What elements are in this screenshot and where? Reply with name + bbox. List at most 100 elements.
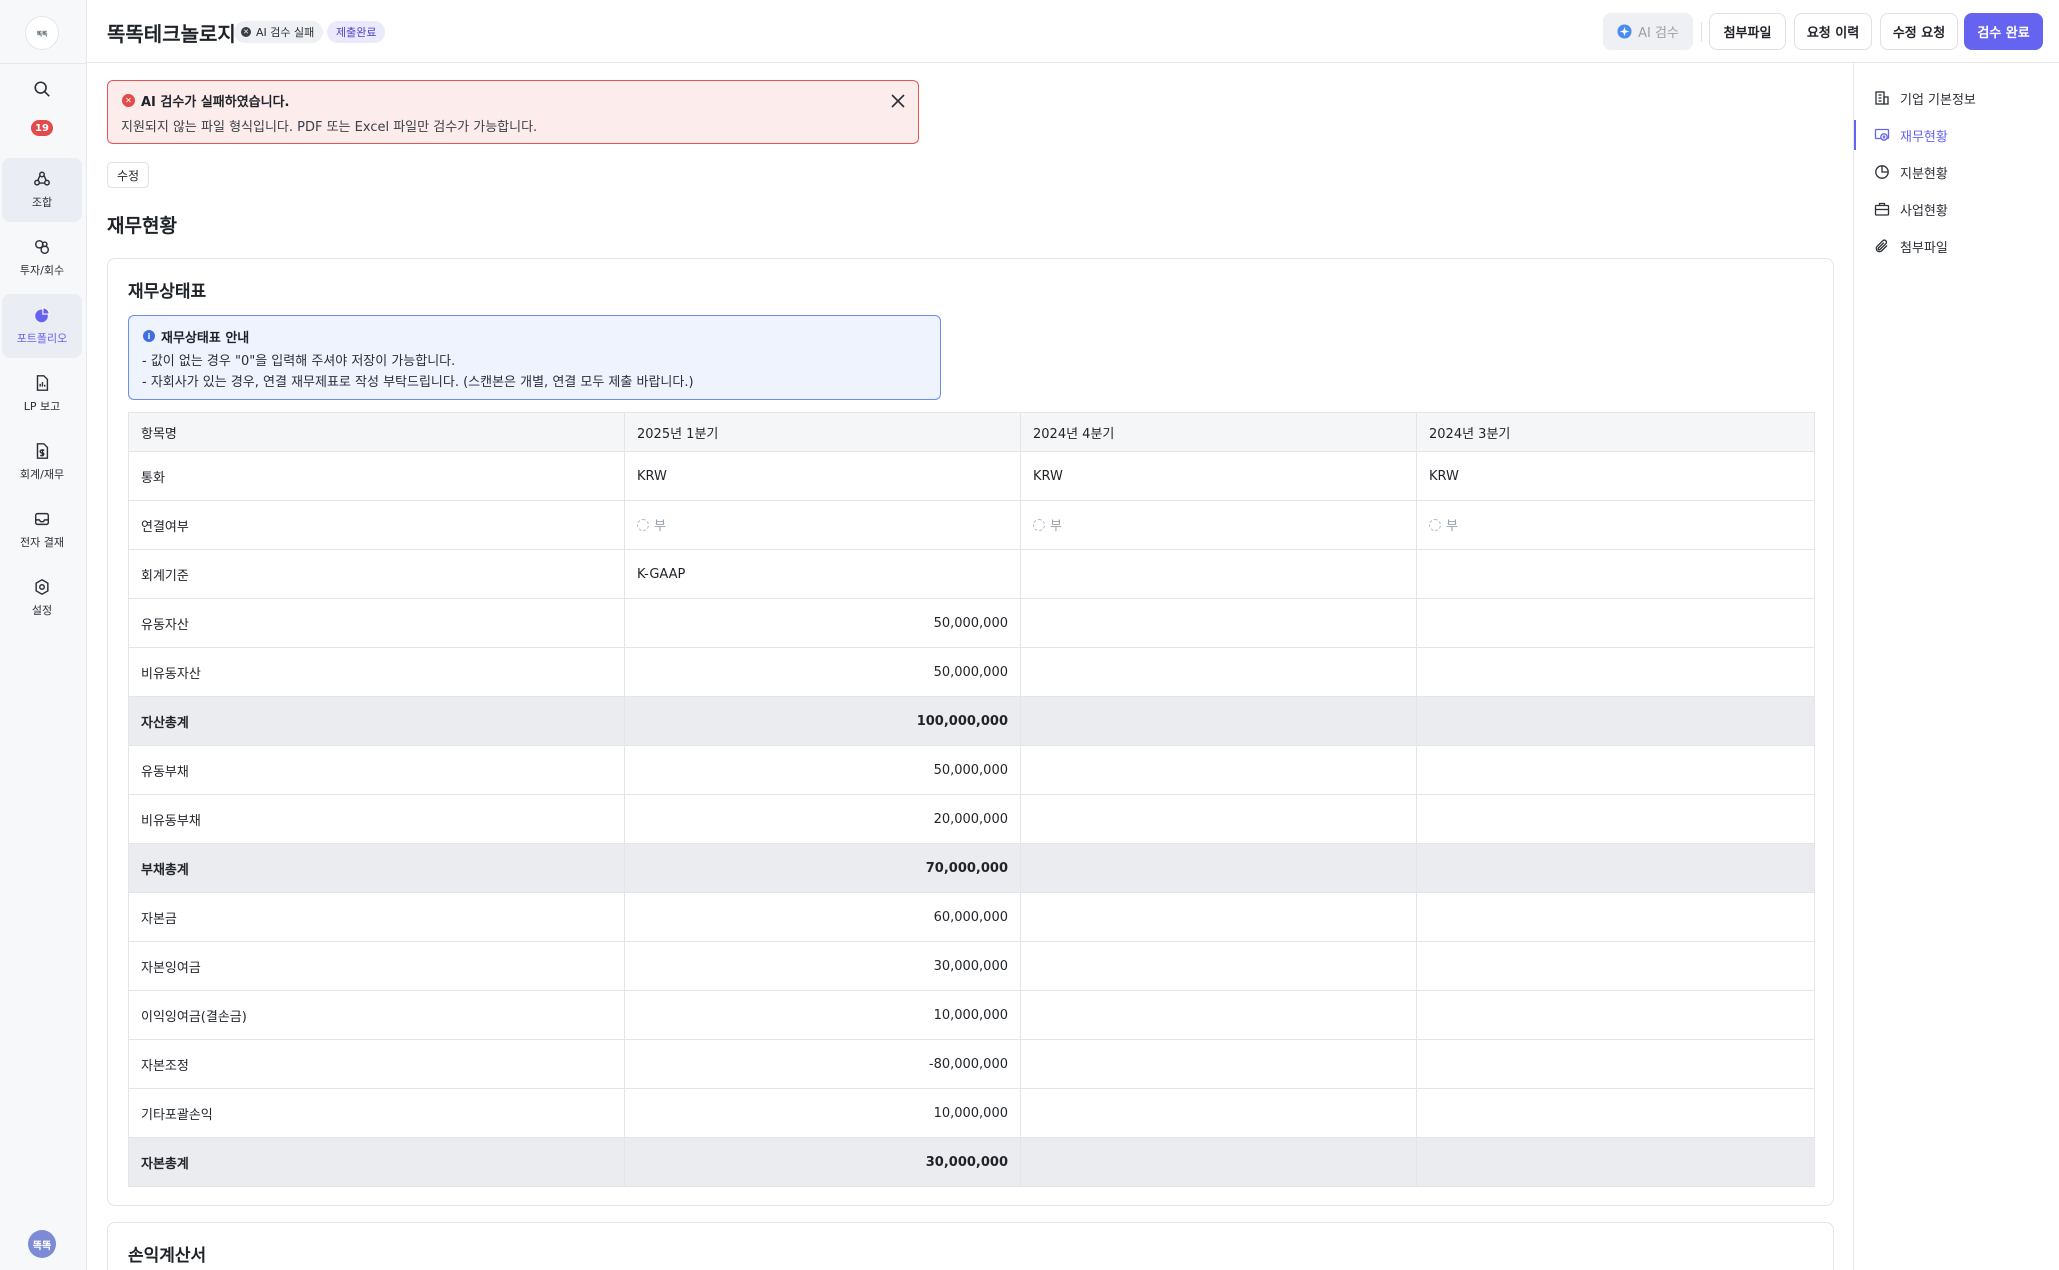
avatar[interactable]: 똑똑	[28, 1230, 56, 1258]
rail-item-fund[interactable]: 조합	[2, 158, 82, 222]
cell-q3[interactable]	[1416, 892, 1815, 942]
section-title: 손익계산서	[128, 1246, 207, 1266]
nav-equity[interactable]: 지분현황	[1854, 157, 2059, 187]
cell-q3[interactable]	[1416, 794, 1815, 844]
consolidation-radio[interactable]: 부	[1033, 515, 1062, 534]
cell-q1[interactable]: 30,000,000	[624, 1137, 1021, 1187]
info-line: - 값이 없는 경우 "0"을 입력해 주셔야 저장이 가능합니다.	[142, 354, 456, 369]
nav-label: 사업현황	[1900, 203, 1948, 219]
cell-q3[interactable]	[1416, 1137, 1815, 1187]
cell-q2[interactable]	[1020, 1039, 1417, 1089]
cell-q2[interactable]: KRW	[1020, 451, 1417, 501]
cell-q3[interactable]	[1416, 647, 1815, 697]
cell-q1[interactable]: 50,000,000	[624, 647, 1021, 697]
request-history-button[interactable]: 요청 이력	[1794, 13, 1872, 50]
rail-label: 회계/재무	[19, 468, 65, 481]
cell-q3[interactable]	[1416, 843, 1815, 893]
cell-q2[interactable]	[1020, 941, 1417, 991]
income-statement-card: 손익계산서	[107, 1222, 1834, 1270]
table-row: 연결여부 부 부 부	[128, 500, 1815, 550]
company-name: 똑똑테크놀로지	[107, 22, 236, 46]
cell-q1[interactable]: 70,000,000	[624, 843, 1021, 893]
table-row: 비유동부채 20,000,000	[128, 794, 1815, 844]
ai-review-button[interactable]: AI 검수	[1603, 13, 1693, 50]
nav-attachments[interactable]: 첨부파일	[1854, 231, 2059, 261]
cell-q1[interactable]: 20,000,000	[624, 794, 1021, 844]
cell-q3[interactable]: 부	[1416, 500, 1815, 550]
row-label: 유동부채	[128, 745, 625, 795]
cell-q1[interactable]: 부	[624, 500, 1021, 550]
invest-icon	[34, 239, 50, 255]
row-label: 비유동자산	[128, 647, 625, 697]
edit-request-button[interactable]: 수정 요청	[1880, 13, 1958, 50]
search-icon[interactable]	[30, 77, 54, 101]
cell-q2[interactable]	[1020, 647, 1417, 697]
table-row: 유동부채 50,000,000	[128, 745, 1815, 795]
rail-item-approval[interactable]: 전자 결재	[2, 498, 82, 562]
ai-review-label: AI 검수	[1638, 26, 1679, 41]
cell-q2[interactable]	[1020, 843, 1417, 893]
cell-q1[interactable]: 100,000,000	[624, 696, 1021, 746]
rail-item-settings[interactable]: 설정	[2, 566, 82, 630]
alert-title: AI 검수가 실패하였습니다.	[141, 95, 290, 110]
cell-q2[interactable]	[1020, 549, 1417, 599]
left-rail: 똑똑 19 조합 투자/회수 포트폴리오 LP 보고 회계/재무 전자 결재 설…	[0, 0, 87, 1270]
cell-q3[interactable]	[1416, 598, 1815, 648]
row-label: 자본금	[128, 892, 625, 942]
cell-q1[interactable]: 50,000,000	[624, 598, 1021, 648]
page-title: 재무현황	[107, 215, 177, 237]
cell-q2[interactable]	[1020, 1088, 1417, 1138]
nav-label: 지분현황	[1900, 166, 1948, 182]
rail-item-lp-report[interactable]: LP 보고	[2, 362, 82, 426]
rail-label: 설정	[31, 604, 53, 617]
nav-business[interactable]: 사업현황	[1854, 194, 2059, 224]
cell-q1[interactable]: 30,000,000	[624, 941, 1021, 991]
cell-q2[interactable]	[1020, 990, 1417, 1040]
cell-q1[interactable]: 10,000,000	[624, 990, 1021, 1040]
cell-q3[interactable]: KRW	[1416, 451, 1815, 501]
row-label: 회계기준	[128, 549, 625, 599]
attachments-button[interactable]: 첨부파일	[1709, 13, 1786, 50]
cell-q3[interactable]	[1416, 745, 1815, 795]
rail-item-accounting[interactable]: 회계/재무	[2, 430, 82, 494]
cell-q3[interactable]	[1416, 696, 1815, 746]
radio-label: 부	[654, 519, 666, 535]
row-label: 비유동부채	[128, 794, 625, 844]
notification-badge[interactable]: 19	[31, 120, 53, 136]
app-logo[interactable]: 똑똑	[25, 16, 59, 50]
nav-financials[interactable]: 재무현황	[1854, 120, 2059, 150]
consolidation-radio[interactable]: 부	[1429, 515, 1458, 534]
rail-label: 조합	[31, 196, 53, 209]
cell-q1[interactable]: KRW	[624, 451, 1021, 501]
section-title: 재무상태표	[128, 282, 207, 302]
cell-q1[interactable]: 10,000,000	[624, 1088, 1021, 1138]
cell-q2[interactable]	[1020, 598, 1417, 648]
cell-q1[interactable]: 50,000,000	[624, 745, 1021, 795]
cell-q1[interactable]: K-GAAP	[624, 549, 1021, 599]
cell-q3[interactable]	[1416, 1088, 1815, 1138]
cell-q2[interactable]	[1020, 745, 1417, 795]
cell-q2[interactable]	[1020, 696, 1417, 746]
review-complete-button[interactable]: 검수 완료	[1964, 13, 2043, 50]
cell-q3[interactable]	[1416, 941, 1815, 991]
radio-icon	[1429, 518, 1441, 531]
edit-button[interactable]: 수정	[107, 162, 149, 188]
radio-label: 부	[1446, 519, 1458, 535]
cell-q3[interactable]	[1416, 549, 1815, 599]
cell-q2[interactable]	[1020, 892, 1417, 942]
info-box: i 재무상태표 안내 - 값이 없는 경우 "0"을 입력해 주셔야 저장이 가…	[128, 315, 941, 400]
error-icon: ✕	[122, 94, 135, 107]
table-header-row: 항목명 2025년 1분기 2024년 4분기 2024년 3분기	[128, 412, 1815, 452]
cell-q2[interactable]	[1020, 1137, 1417, 1187]
rail-item-portfolio[interactable]: 포트폴리오	[2, 294, 82, 358]
close-icon[interactable]	[888, 91, 908, 111]
cell-q1[interactable]: 60,000,000	[624, 892, 1021, 942]
cell-q2[interactable]	[1020, 794, 1417, 844]
cell-q2[interactable]: 부	[1020, 500, 1417, 550]
nav-company-info[interactable]: 기업 기본정보	[1854, 83, 2059, 113]
cell-q3[interactable]	[1416, 1039, 1815, 1089]
cell-q1[interactable]: -80,000,000	[624, 1039, 1021, 1089]
consolidation-radio[interactable]: 부	[637, 515, 666, 534]
cell-q3[interactable]	[1416, 990, 1815, 1040]
rail-item-invest[interactable]: 투자/회수	[2, 226, 82, 290]
